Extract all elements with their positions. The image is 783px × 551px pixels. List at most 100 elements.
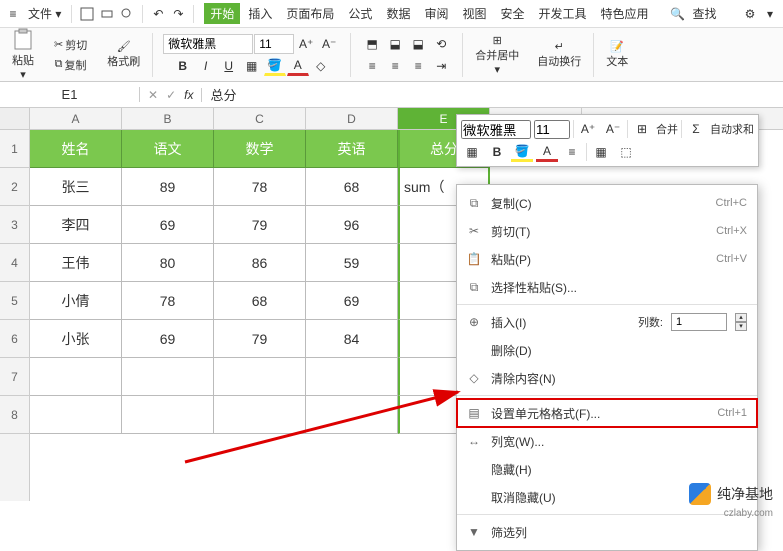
tab-insert[interactable]: 插入 (242, 3, 278, 24)
align-bottom-icon[interactable]: ⬓ (407, 34, 429, 54)
cell[interactable]: 80 (122, 244, 214, 282)
indent-icon[interactable]: ⇥ (430, 56, 452, 76)
menu-icon[interactable]: ≡ (4, 5, 22, 23)
cell[interactable] (306, 396, 398, 434)
row-header[interactable]: 8 (0, 396, 29, 434)
ctx-insert[interactable]: ⊕ 插入(I) 列数: ▴▾ (457, 308, 757, 336)
mini-merge-button[interactable]: ⊞ (631, 119, 653, 139)
cell[interactable]: 数学 (214, 130, 306, 168)
row-header[interactable]: 3 (0, 206, 29, 244)
row-header[interactable]: 6 (0, 320, 29, 358)
cell[interactable]: 59 (306, 244, 398, 282)
orientation-icon[interactable]: ⟲ (430, 34, 452, 54)
row-header[interactable]: 1 (0, 130, 29, 168)
border-icon[interactable]: ▦ (241, 56, 263, 76)
print-icon[interactable] (98, 5, 116, 23)
font-color-icon[interactable]: A (287, 56, 309, 76)
font-size-select[interactable] (254, 34, 294, 54)
accept-formula-icon[interactable]: ✓ (166, 88, 176, 102)
cell[interactable] (30, 358, 122, 396)
tab-special[interactable]: 特色应用 (595, 3, 655, 24)
cell[interactable]: 小倩 (30, 282, 122, 320)
paste-button[interactable]: 粘贴 ▾ (6, 26, 40, 83)
cell[interactable]: 69 (122, 320, 214, 358)
ctx-col-width[interactable]: ↔ 列宽(W)... (457, 427, 757, 455)
cell[interactable]: 84 (306, 320, 398, 358)
col-header-b[interactable]: B (122, 108, 214, 129)
row-header[interactable]: 7 (0, 358, 29, 396)
cell[interactable] (122, 358, 214, 396)
tab-dev[interactable]: 开发工具 (533, 3, 593, 24)
row-header[interactable]: 2 (0, 168, 29, 206)
cell[interactable] (122, 396, 214, 434)
align-right-icon[interactable]: ≡ (407, 56, 429, 76)
ctx-format-cells[interactable]: ▤ 设置单元格格式(F)... Ctrl+1 (457, 399, 757, 427)
mini-borders-icon[interactable]: ▦ (590, 142, 612, 162)
mini-font-name[interactable] (461, 120, 531, 139)
name-box[interactable]: E1 (0, 87, 140, 102)
mini-increase-font-icon[interactable]: A⁺ (577, 119, 599, 139)
cell[interactable]: 语文 (122, 130, 214, 168)
cell[interactable] (30, 396, 122, 434)
merge-center-button[interactable]: ⊞ 合并居中 ▾ (469, 32, 525, 78)
cell[interactable] (214, 358, 306, 396)
ctx-paste-special[interactable]: ⧉ 选择性粘贴(S)... (457, 273, 757, 301)
cols-stepper[interactable]: ▴▾ (735, 313, 747, 331)
tab-data[interactable]: 数据 (380, 3, 416, 24)
align-left-icon[interactable]: ≡ (361, 56, 383, 76)
ctx-filter[interactable]: ▼ 筛选列 (457, 518, 757, 546)
mini-align-icon[interactable]: ≡ (561, 142, 583, 162)
row-header[interactable]: 4 (0, 244, 29, 282)
cell[interactable]: 86 (214, 244, 306, 282)
cell[interactable]: 张三 (30, 168, 122, 206)
col-header-a[interactable]: A (30, 108, 122, 129)
cell[interactable]: 79 (214, 206, 306, 244)
cell[interactable]: 79 (214, 320, 306, 358)
align-center-icon[interactable]: ≡ (384, 56, 406, 76)
cell[interactable] (306, 358, 398, 396)
decrease-font-icon[interactable]: A⁻ (318, 34, 340, 54)
ctx-hide[interactable]: 隐藏(H) (457, 455, 757, 483)
cell[interactable]: 王伟 (30, 244, 122, 282)
cell[interactable]: 69 (122, 206, 214, 244)
cell[interactable]: 89 (122, 168, 214, 206)
save-icon[interactable] (78, 5, 96, 23)
cut-button[interactable]: ✂剪切 (50, 36, 91, 54)
cell[interactable]: 英语 (306, 130, 398, 168)
cancel-formula-icon[interactable]: ✕ (148, 88, 158, 102)
increase-font-icon[interactable]: A⁺ (295, 34, 317, 54)
chevron-down-icon[interactable]: ▾ (761, 5, 779, 23)
cell[interactable]: 小张 (30, 320, 122, 358)
tab-view[interactable]: 视图 (456, 3, 492, 24)
row-header[interactable]: 5 (0, 282, 29, 320)
fx-icon[interactable]: fx (184, 88, 193, 102)
file-menu[interactable]: 文件 ▾ (24, 3, 65, 24)
cell[interactable]: 68 (306, 168, 398, 206)
settings-icon[interactable]: ⚙ (741, 5, 759, 23)
undo-icon[interactable]: ↶ (149, 5, 167, 23)
ctx-clear[interactable]: ◇ 清除内容(N) (457, 364, 757, 392)
cell[interactable] (214, 396, 306, 434)
format-painter-button[interactable]: 🖌 格式刷 (101, 38, 146, 71)
underline-icon[interactable]: U (218, 56, 240, 76)
tab-formula[interactable]: 公式 (342, 3, 378, 24)
select-all-corner[interactable] (0, 108, 29, 130)
mini-bold-icon[interactable]: B (486, 142, 508, 162)
mini-sum-icon[interactable]: Σ (685, 119, 707, 139)
align-top-icon[interactable]: ⬒ (361, 34, 383, 54)
preview-icon[interactable] (118, 5, 136, 23)
align-middle-icon[interactable]: ⬓ (384, 34, 406, 54)
tab-layout[interactable]: 页面布局 (280, 3, 340, 24)
cell[interactable]: 69 (306, 282, 398, 320)
tab-security[interactable]: 安全 (494, 3, 530, 24)
ctx-delete[interactable]: 删除(D) (457, 336, 757, 364)
mini-fill-icon[interactable]: 🪣 (511, 142, 533, 162)
mini-border-icon[interactable]: ▦ (461, 142, 483, 162)
mini-fontcolor-icon[interactable]: A (536, 142, 558, 162)
auto-wrap-button[interactable]: ↵ 自动换行 (531, 38, 587, 71)
ctx-cut[interactable]: ✂ 剪切(T) Ctrl+X (457, 217, 757, 245)
tab-review[interactable]: 审阅 (418, 3, 454, 24)
font-name-select[interactable] (163, 34, 253, 54)
mini-font-size[interactable] (534, 120, 570, 139)
col-header-d[interactable]: D (306, 108, 398, 129)
